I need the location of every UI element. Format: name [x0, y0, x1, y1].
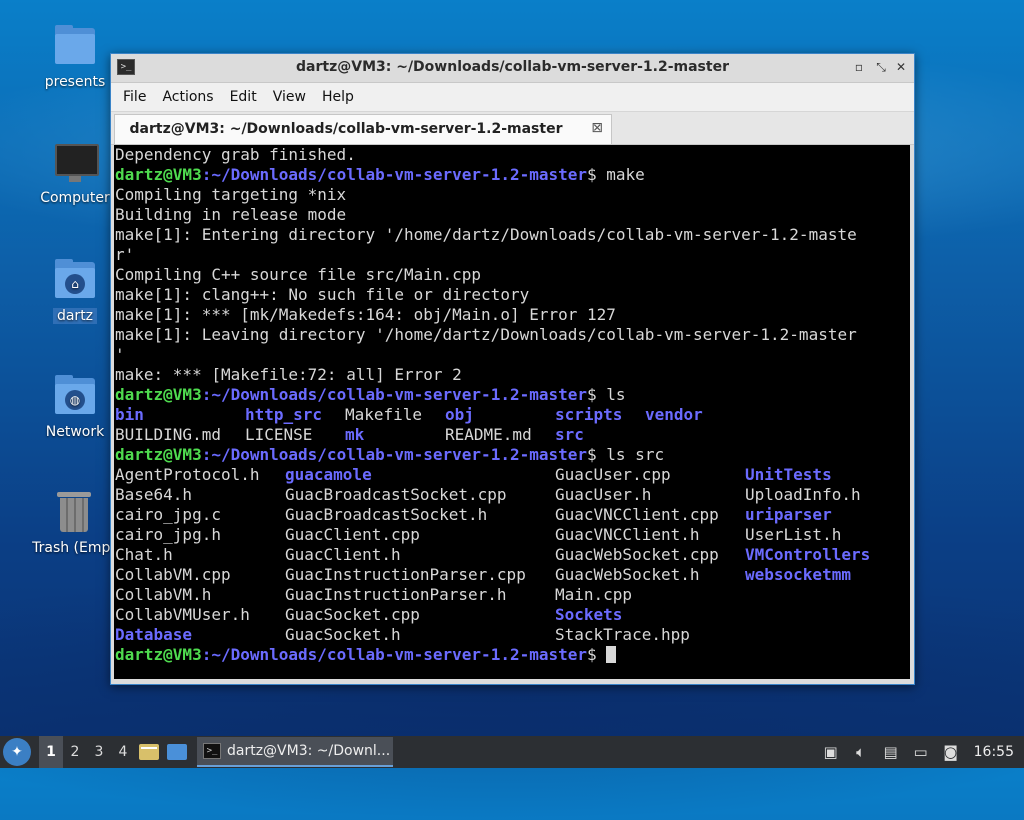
- terminal-window: >_ dartz@VM3: ~/Downloads/collab-vm-serv…: [110, 53, 915, 685]
- terminal-line: make[1]: *** [mk/Makedefs:164: obj/Main.…: [115, 305, 616, 324]
- window-titlebar[interactable]: >_ dartz@VM3: ~/Downloads/collab-vm-serv…: [111, 54, 914, 83]
- minimize-button[interactable]: ▫: [850, 58, 868, 76]
- system-tray: ▣ 🔈︎ ▤ ▭ ◙ 16:55: [816, 736, 1024, 768]
- ls-src-row: cairo_jpg.h GuacClient.cpp GuacVNCClient.h…: [115, 525, 842, 544]
- terminal-prompt-line: dartz@VM3:~/Downloads/collab-vm-server-1…: [114, 645, 910, 665]
- folder-icon: [51, 22, 99, 70]
- desktop-icon-label: Trash (Empt: [32, 540, 116, 556]
- tab-terminal[interactable]: dartz@VM3: ~/Downloads/collab-vm-server-…: [114, 114, 612, 144]
- terminal-line: Compiling C++ source file src/Main.cpp: [115, 265, 482, 284]
- menu-actions[interactable]: Actions: [154, 89, 221, 105]
- computer-icon: [51, 138, 99, 186]
- menu-bar: File Actions Edit View Help: [111, 83, 914, 112]
- desktop-icon-label: presents: [44, 74, 106, 90]
- update-icon[interactable]: ◙: [940, 741, 962, 763]
- desktop-icon-computer[interactable]: Computer: [30, 138, 120, 206]
- ls-row: bin http_src Makefile obj scripts vendor: [115, 405, 703, 424]
- workspace-1[interactable]: 1: [39, 736, 63, 768]
- screen-icon[interactable]: ▣: [820, 741, 842, 763]
- terminal-line: ': [115, 345, 125, 364]
- workspace-4[interactable]: 4: [111, 736, 135, 768]
- window-title: dartz@VM3: ~/Downloads/collab-vm-server-…: [296, 59, 729, 75]
- terminal-line: make[1]: Entering directory '/home/dartz…: [115, 225, 857, 244]
- taskbar-terminal-button[interactable]: >_ dartz@VM3: ~/Downl...: [197, 737, 393, 767]
- workspace-2[interactable]: 2: [63, 736, 87, 768]
- network-folder-icon: ◍: [51, 372, 99, 420]
- desktop-icon-dartz[interactable]: ⌂ dartz: [30, 256, 120, 324]
- menu-file[interactable]: File: [115, 89, 154, 105]
- ls-src-row: AgentProtocol.h guacamole GuacUser.cpp Unit…: [115, 465, 832, 484]
- network-icon[interactable]: ▭: [910, 741, 932, 763]
- taskbar: ✦ 1 2 3 4 >_ dartz@VM3: ~/Downl... ▣ 🔈︎ …: [0, 736, 1024, 768]
- ls-src-row: CollabVMUser.h GuacSocket.cpp Sockets: [115, 605, 623, 624]
- menu-edit[interactable]: Edit: [222, 89, 265, 105]
- terminal-line: Dependency grab finished.: [115, 145, 356, 164]
- desktop-icon-presents[interactable]: presents: [30, 22, 120, 90]
- ls-src-row: Base64.h GuacBroadcastSocket.cpp GuacUser.…: [115, 485, 861, 504]
- desktop-icon-trash[interactable]: Trash (Empt: [24, 488, 124, 556]
- terminal-cursor: [606, 646, 617, 663]
- show-desktop-icon[interactable]: [166, 742, 188, 762]
- terminal-line: make[1]: clang++: No such file or direct…: [115, 285, 530, 304]
- terminal-line: Building in release mode: [115, 205, 347, 224]
- desktop-icon-label: dartz: [52, 308, 98, 324]
- menu-help[interactable]: Help: [314, 89, 362, 105]
- desktop-icon-label: Network: [45, 424, 105, 440]
- terminal-prompt-line: dartz@VM3:~/Downloads/collab-vm-server-1…: [115, 385, 626, 404]
- close-button[interactable]: ✕: [892, 58, 910, 76]
- terminal-prompt-line: dartz@VM3:~/Downloads/collab-vm-server-1…: [115, 165, 645, 184]
- terminal-icon: >_: [203, 743, 221, 759]
- file-manager-icon[interactable]: [138, 742, 160, 762]
- home-folder-icon: ⌂: [51, 256, 99, 304]
- terminal-output[interactable]: Dependency grab finished. dartz@VM3:~/Do…: [114, 145, 910, 679]
- terminal-line: make[1]: Leaving directory '/home/dartz/…: [115, 325, 857, 344]
- clock[interactable]: 16:55: [974, 744, 1014, 760]
- ls-src-row: cairo_jpg.c GuacBroadcastSocket.h GuacVNCC…: [115, 505, 832, 524]
- ls-src-row: CollabVM.cpp GuacInstructionParser.cpp Gua…: [115, 565, 851, 584]
- ls-src-row: Database GuacSocket.h StackTrace.hpp: [115, 625, 690, 644]
- menu-view[interactable]: View: [265, 89, 314, 105]
- desktop-icon-network[interactable]: ◍ Network: [30, 372, 120, 440]
- volume-icon[interactable]: 🔈︎: [850, 741, 872, 763]
- tab-label: dartz@VM3: ~/Downloads/collab-vm-server-…: [129, 121, 563, 137]
- terminal-line: r': [115, 245, 135, 264]
- tab-bar: dartz@VM3: ~/Downloads/collab-vm-server-…: [111, 112, 914, 145]
- taskbar-task-label: dartz@VM3: ~/Downl...: [227, 743, 391, 759]
- workspace-3[interactable]: 3: [87, 736, 111, 768]
- terminal-prompt-line: dartz@VM3:~/Downloads/collab-vm-server-1…: [115, 445, 665, 464]
- desktop-icon-label: Computer: [40, 190, 110, 206]
- terminal-line: Compiling targeting *nix: [115, 185, 347, 204]
- ls-row: BUILDING.md LICENSE mk README.md src: [115, 425, 584, 444]
- start-menu-icon[interactable]: ✦: [3, 738, 31, 766]
- clipboard-icon[interactable]: ▤: [880, 741, 902, 763]
- ls-src-row: Chat.h GuacClient.h GuacWebSocket.cpp VMCon…: [115, 545, 871, 564]
- maximize-button[interactable]: ⤡: [872, 58, 890, 76]
- trash-icon: [50, 488, 98, 536]
- ls-src-row: CollabVM.h GuacInstructionParser.h Main.cp…: [115, 585, 633, 604]
- tab-close-icon[interactable]: ⊠: [591, 120, 603, 136]
- terminal-line: make: *** [Makefile:72: all] Error 2: [115, 365, 462, 384]
